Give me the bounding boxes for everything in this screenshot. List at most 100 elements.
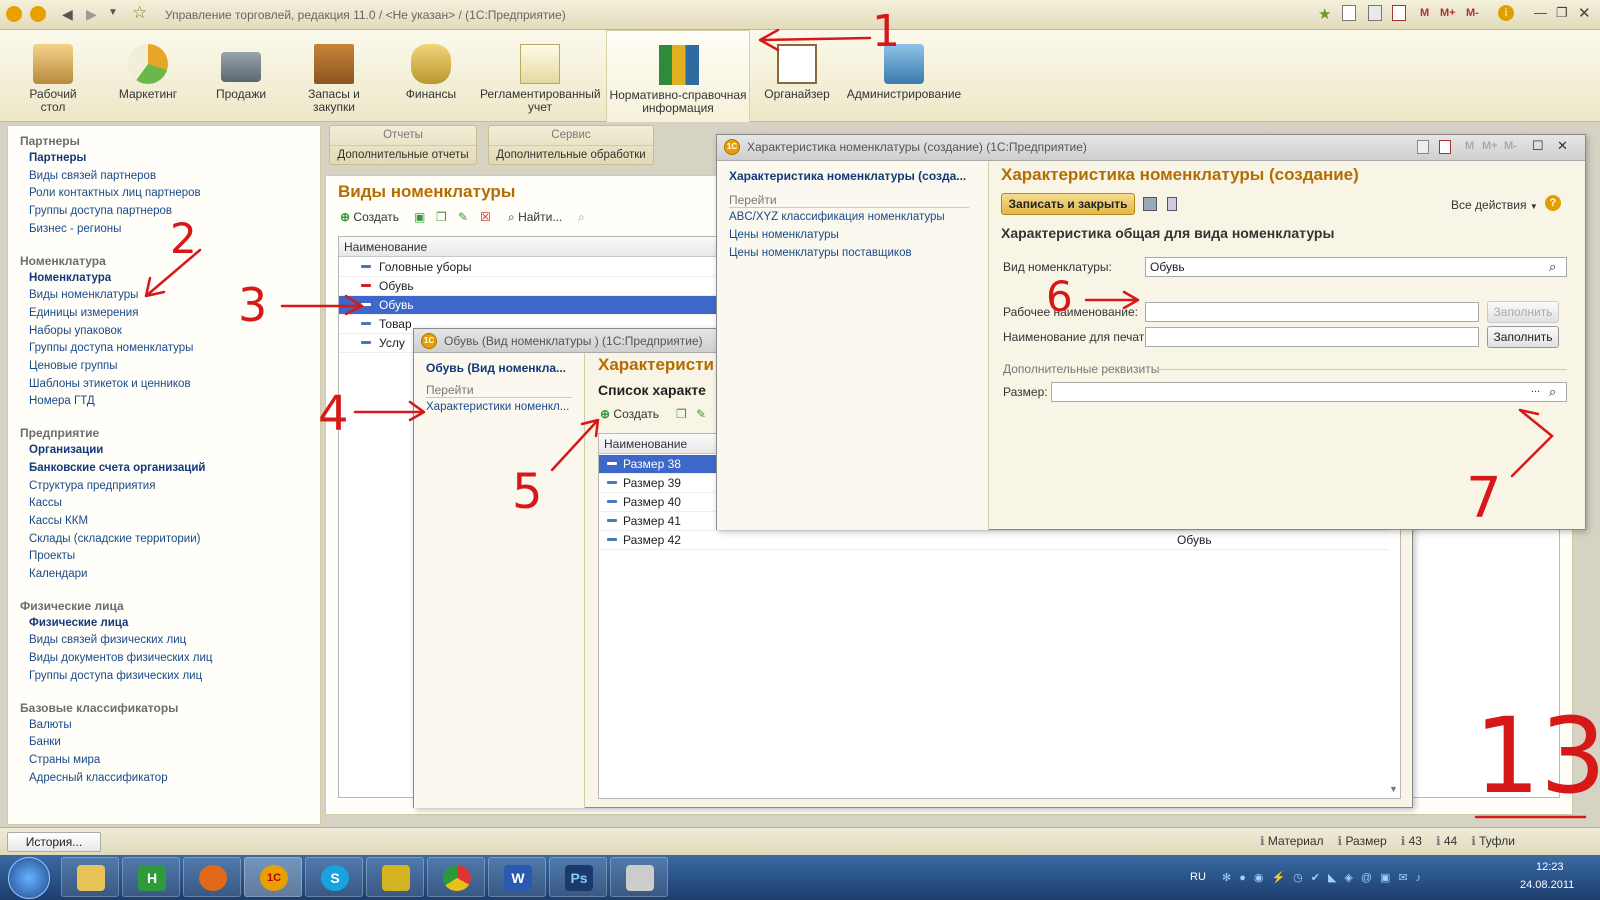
calendar-icon[interactable]	[1392, 5, 1406, 21]
language-indicator[interactable]: RU	[1190, 871, 1206, 883]
list-icon[interactable]	[1167, 197, 1177, 211]
history-button[interactable]: История...	[7, 832, 101, 852]
nav-item[interactable]: Номера ГТД	[29, 395, 95, 407]
edit-icon[interactable]: ✎	[458, 210, 468, 224]
nav-item[interactable]: Группы доступа номенклатуры	[29, 342, 193, 354]
additional-processing-link[interactable]: Дополнительные обработки	[489, 145, 653, 161]
status-item[interactable]: ℹ Туфли	[1471, 834, 1515, 848]
section-stock[interactable]: Запасы и закупки	[289, 30, 379, 122]
table-row[interactable]: Размер 42 Обувь	[599, 531, 1389, 550]
taskbar-photoshop[interactable]: Ps	[549, 857, 607, 897]
nav-item[interactable]: Валюты	[29, 719, 72, 731]
taskbar-1c[interactable]: 1С	[244, 857, 302, 897]
create-group-icon[interactable]: ▣	[414, 210, 425, 224]
nav-item[interactable]: Физические лица	[29, 617, 128, 629]
section-organizer[interactable]: Органайзер	[752, 30, 842, 122]
scroll-down-icon[interactable]: ▼	[1389, 784, 1398, 794]
nav-item[interactable]: Единицы измерения	[29, 307, 138, 319]
nav-item[interactable]: Страны мира	[29, 754, 100, 766]
nav-item[interactable]: Адресный классификатор	[29, 772, 168, 784]
nav-item[interactable]: Группы доступа партнеров	[29, 205, 172, 217]
create-button[interactable]: ⊕ Создать	[340, 210, 399, 224]
memory-mminus-button[interactable]: M-	[1504, 140, 1517, 152]
calendar-icon[interactable]	[1439, 140, 1451, 154]
nav-item[interactable]: Организации	[29, 444, 103, 456]
nav-item[interactable]: Виды номенклатуры	[29, 289, 138, 301]
back-icon[interactable]: ◀	[62, 6, 73, 23]
close-icon[interactable]: ✕	[1578, 4, 1591, 22]
nav-item[interactable]: Виды связей партнеров	[29, 170, 156, 182]
nav-item[interactable]: Структура предприятия	[29, 480, 155, 492]
copy-icon[interactable]: ❐	[436, 210, 447, 224]
memory-mplus-button[interactable]: M+	[1440, 7, 1456, 19]
taskbar-explorer[interactable]	[61, 857, 119, 897]
search-icon[interactable]: ⌕	[1549, 259, 1556, 275]
nav-item[interactable]: Группы доступа физических лиц	[29, 670, 202, 682]
nav-item[interactable]: Номенклатура	[29, 272, 111, 284]
memory-m-button[interactable]: M	[1465, 140, 1474, 152]
memory-mminus-button[interactable]: M-	[1466, 7, 1479, 19]
clock-time[interactable]: 12:23	[1536, 861, 1564, 873]
status-item[interactable]: ℹ Материал	[1260, 834, 1324, 848]
select-ellipsis-button[interactable]: ...	[1531, 383, 1540, 395]
nav-item[interactable]: Банки	[29, 736, 61, 748]
additional-reports-link[interactable]: Дополнительные отчеты	[330, 145, 476, 161]
nav-item[interactable]: Ценовые группы	[29, 360, 118, 372]
maximize-icon[interactable]: ☐	[1532, 138, 1544, 154]
status-item[interactable]: ℹ 44	[1436, 834, 1457, 848]
save-icon[interactable]	[1143, 197, 1157, 211]
nav-item[interactable]: Роли контактных лиц партнеров	[29, 187, 201, 199]
nav-item[interactable]: Календари	[29, 568, 87, 580]
nav-item[interactable]: Шаблоны этикеток и ценников	[29, 378, 191, 390]
calculator-icon[interactable]	[1417, 140, 1429, 154]
nav-item[interactable]: Наборы упаковок	[29, 325, 122, 337]
favorites-icon[interactable]: ☆	[132, 3, 147, 23]
nav-item[interactable]: Партнеры	[29, 152, 86, 164]
bookmark-icon[interactable]	[1342, 5, 1356, 21]
characteristics-link[interactable]: Характеристики номенкл...	[426, 401, 582, 413]
nav-item[interactable]: Банковские счета организаций	[29, 462, 206, 474]
start-button[interactable]	[8, 857, 50, 899]
close-icon[interactable]: ✕	[1557, 138, 1568, 154]
section-reference[interactable]: Нормативно-справочная информация	[606, 30, 750, 122]
nav-item[interactable]: Виды связей физических лиц	[29, 634, 186, 646]
fill-button[interactable]: Заполнить	[1487, 326, 1559, 348]
nav-item[interactable]: Бизнес - регионы	[29, 223, 121, 235]
work-name-field[interactable]	[1145, 302, 1479, 322]
cancel-search-icon[interactable]: ⌕	[578, 210, 585, 225]
taskbar-camera[interactable]	[610, 857, 668, 897]
nav-item[interactable]: Проекты	[29, 550, 75, 562]
tray-icons[interactable]: ✻●◉⚡◷✔◣◈@▣✉♪	[1222, 871, 1429, 884]
status-item[interactable]: ℹ 43	[1401, 834, 1422, 848]
status-item[interactable]: ℹ Размер	[1338, 834, 1387, 848]
taskbar-skype[interactable]: S	[305, 857, 363, 897]
abc-xyz-link[interactable]: ABC/XYZ классификация номенклатуры	[729, 211, 945, 223]
section-marketing[interactable]: Маркетинг	[103, 30, 193, 122]
memory-mplus-button[interactable]: M+	[1482, 140, 1498, 152]
clock-date[interactable]: 24.08.2011	[1520, 879, 1574, 891]
fill-button-disabled[interactable]: Заполнить	[1487, 301, 1559, 323]
obuv-side-title[interactable]: Обувь (Вид номенкла...	[426, 361, 576, 375]
prices-link[interactable]: Цены номенклатуры	[729, 229, 839, 241]
delete-icon[interactable]: ☒	[480, 210, 491, 224]
taskbar-chrome[interactable]	[427, 857, 485, 897]
copy-icon[interactable]: ❐	[676, 407, 687, 421]
nav-item[interactable]: Виды документов физических лиц	[29, 652, 212, 664]
info-icon[interactable]: i	[1498, 5, 1514, 21]
characteristic-side-title[interactable]: Характеристика номенклатуры (созда...	[729, 169, 979, 183]
section-finance[interactable]: Финансы	[386, 30, 476, 122]
obuv-create-button[interactable]: ⊕ Создать	[600, 407, 659, 421]
nav-item[interactable]: Склады (складские территории)	[29, 533, 200, 545]
print-name-field[interactable]	[1145, 327, 1479, 347]
history-dropdown-icon[interactable]: ▼	[108, 7, 118, 18]
nav-item[interactable]: Кассы	[29, 497, 62, 509]
section-administration[interactable]: Администрирование	[844, 30, 964, 122]
find-button[interactable]: ⌕ Найти...	[508, 210, 562, 225]
forward-icon[interactable]: ▶	[86, 6, 97, 23]
section-desktop[interactable]: Рабочий стол	[8, 30, 98, 122]
taskbar-word[interactable]: W	[488, 857, 546, 897]
help-icon[interactable]: ?	[1545, 195, 1561, 211]
taskbar-firefox[interactable]	[183, 857, 241, 897]
edit-icon[interactable]: ✎	[696, 407, 706, 421]
size-field[interactable]	[1051, 382, 1567, 402]
